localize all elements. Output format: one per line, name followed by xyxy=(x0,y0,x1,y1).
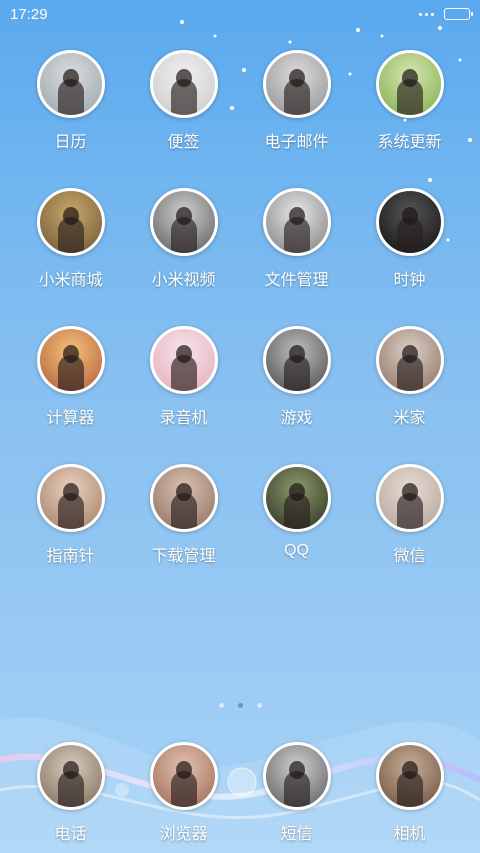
page-dot[interactable] xyxy=(256,703,262,708)
app-label: 计算器 xyxy=(46,410,95,427)
camera-photo-icon[interactable] xyxy=(375,742,444,810)
grid-app-11[interactable]: 米家 xyxy=(353,326,466,428)
app-grid: 日历 便签 电子邮件 系统更新小米商城 小米视频 文件管理 时钟计算器 录音机 游戏 米家指南针 下… xyxy=(0,50,480,566)
page-indicator xyxy=(0,703,480,708)
app-label: 系统更新 xyxy=(377,134,442,151)
game-photo-icon[interactable] xyxy=(262,326,331,394)
app-label: 游戏 xyxy=(280,410,313,427)
icon-photo-head xyxy=(62,69,79,87)
app-label: 相机 xyxy=(393,826,426,843)
icon-photo-head xyxy=(288,761,305,779)
recorder-photo-icon[interactable] xyxy=(149,326,218,394)
icon-photo-head xyxy=(62,345,79,363)
grid-app-0[interactable]: 日历 xyxy=(14,50,127,152)
icon-photo-head xyxy=(288,69,305,87)
grid-app-4[interactable]: 小米商城 xyxy=(14,188,127,290)
dock-app-1[interactable]: 浏览器 xyxy=(127,742,240,844)
grid-app-10[interactable]: 游戏 xyxy=(240,326,353,428)
qq-photo-icon[interactable] xyxy=(262,464,331,532)
status-time: 17:29 xyxy=(10,5,48,23)
app-label: 电话 xyxy=(54,826,87,843)
mijia-photo-icon[interactable] xyxy=(375,326,444,394)
app-label: 电子邮件 xyxy=(264,134,329,151)
icon-photo-head xyxy=(62,483,79,501)
app-label: 录音机 xyxy=(159,410,208,427)
grid-app-13[interactable]: 下载管理 xyxy=(127,464,240,566)
download-manager-photo-icon[interactable] xyxy=(149,464,218,532)
grid-app-15[interactable]: 微信 xyxy=(353,464,466,566)
calculator-photo-icon[interactable] xyxy=(36,326,105,394)
app-label: 浏览器 xyxy=(159,826,208,843)
browser-photo-icon[interactable] xyxy=(149,742,218,810)
grid-app-14[interactable]: QQ xyxy=(240,464,353,566)
app-label: 便签 xyxy=(167,134,200,151)
compass-photo-icon[interactable] xyxy=(36,464,105,532)
page-dot[interactable] xyxy=(237,703,243,708)
wechat-photo-icon[interactable] xyxy=(375,464,444,532)
icon-photo-head xyxy=(62,207,79,225)
app-label: 指南针 xyxy=(46,548,95,565)
icon-photo-head xyxy=(288,207,305,225)
app-label: QQ xyxy=(284,542,309,559)
icon-photo-head xyxy=(288,483,305,501)
icon-photo-head xyxy=(401,483,418,501)
grid-app-8[interactable]: 计算器 xyxy=(14,326,127,428)
app-label: 文件管理 xyxy=(264,272,329,289)
icon-photo-head xyxy=(175,761,192,779)
dock: 电话 浏览器 短信 相机 xyxy=(0,742,480,844)
clock-photo-icon[interactable] xyxy=(375,188,444,256)
icon-photo-head xyxy=(401,761,418,779)
app-label: 小米视频 xyxy=(151,272,216,289)
calendar-photo-icon[interactable] xyxy=(36,50,105,118)
grid-app-9[interactable]: 录音机 xyxy=(127,326,240,428)
app-label: 米家 xyxy=(393,410,426,427)
icon-photo-head xyxy=(175,207,192,225)
grid-app-2[interactable]: 电子邮件 xyxy=(240,50,353,152)
grid-app-1[interactable]: 便签 xyxy=(127,50,240,152)
email-photo-icon[interactable] xyxy=(262,50,331,118)
dock-app-0[interactable]: 电话 xyxy=(14,742,127,844)
messages-photo-icon[interactable] xyxy=(262,742,331,810)
battery-icon xyxy=(444,8,473,20)
mi-store-photo-icon[interactable] xyxy=(36,188,105,256)
app-label: 下载管理 xyxy=(151,548,216,565)
notes-photo-icon[interactable] xyxy=(149,50,218,118)
mi-video-photo-icon[interactable] xyxy=(149,188,218,256)
icon-photo-head xyxy=(401,345,418,363)
icon-photo-head xyxy=(175,345,192,363)
status-right xyxy=(419,8,473,20)
grid-app-5[interactable]: 小米视频 xyxy=(127,188,240,290)
app-label: 微信 xyxy=(393,548,426,565)
phone-photo-icon[interactable] xyxy=(36,742,105,810)
dock-app-2[interactable]: 短信 xyxy=(240,742,353,844)
system-update-photo-icon[interactable] xyxy=(375,50,444,118)
grid-app-12[interactable]: 指南针 xyxy=(14,464,127,566)
file-manager-photo-icon[interactable] xyxy=(262,188,331,256)
grid-app-3[interactable]: 系统更新 xyxy=(353,50,466,152)
icon-photo-head xyxy=(62,761,79,779)
icon-photo-head xyxy=(175,483,192,501)
grid-app-6[interactable]: 文件管理 xyxy=(240,188,353,290)
more-dots-icon xyxy=(419,12,434,16)
icon-photo-head xyxy=(288,345,305,363)
status-bar: 17:29 xyxy=(0,0,480,28)
app-label: 日历 xyxy=(54,134,87,151)
app-label: 短信 xyxy=(280,826,313,843)
app-label: 时钟 xyxy=(393,272,426,289)
dock-app-3[interactable]: 相机 xyxy=(353,742,466,844)
icon-photo-head xyxy=(401,207,418,225)
grid-app-7[interactable]: 时钟 xyxy=(353,188,466,290)
app-label: 小米商城 xyxy=(38,272,103,289)
icon-photo-head xyxy=(175,69,192,87)
icon-photo-head xyxy=(401,69,418,87)
page-dot[interactable] xyxy=(218,703,224,708)
